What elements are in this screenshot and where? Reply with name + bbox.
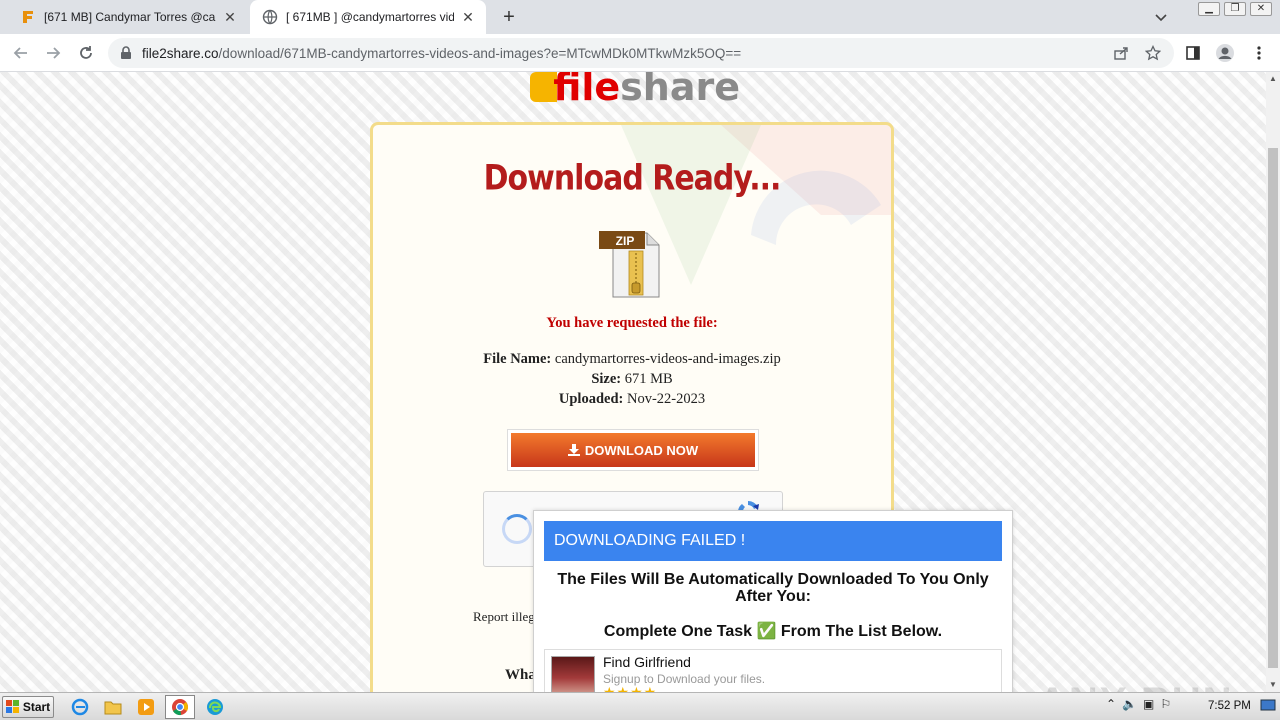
- internet-explorer-icon[interactable]: [70, 697, 90, 717]
- file-name-row: File Name: candymartorres-videos-and-ima…: [373, 351, 891, 368]
- scrollbar-thumb[interactable]: [1268, 148, 1278, 668]
- uploaded-row: Uploaded: Nov-22-2023: [373, 391, 891, 408]
- vertical-scrollbar[interactable]: ▲ ▼: [1266, 72, 1280, 692]
- show-desktop-icon[interactable]: [1260, 697, 1276, 715]
- start-label: Start: [22, 700, 51, 714]
- tab-strip: [671 MB] Candymar Torres @candym ✕ [ 671…: [0, 0, 1280, 34]
- tray-expand-icon[interactable]: ⌃: [1106, 697, 1116, 711]
- share-icon[interactable]: [1110, 42, 1132, 64]
- download-now-label: DOWNLOAD NOW: [584, 442, 699, 458]
- restore-button[interactable]: ❐: [1224, 2, 1246, 16]
- page-title: Download Ready...: [483, 158, 782, 199]
- network-icon[interactable]: ▣: [1143, 697, 1154, 711]
- clock[interactable]: 7:52 PM: [1208, 700, 1251, 712]
- start-button[interactable]: Start: [2, 696, 54, 718]
- whats-heading: Wha: [505, 667, 536, 683]
- back-arrow-icon[interactable]: [10, 42, 32, 64]
- close-icon[interactable]: ✕: [222, 9, 238, 25]
- url-host: file2share.co: [142, 45, 219, 61]
- url-text: file2share.co/download/671MB-candymartor…: [142, 46, 1174, 61]
- anyrun-watermark: ANY RUN: [1038, 680, 1234, 692]
- window-controls: ▁ ❐ ✕: [1198, 2, 1272, 16]
- download-icon: [567, 444, 580, 456]
- requested-file-heading: You have requested the file:: [546, 315, 718, 331]
- tab-candymartorres-videos[interactable]: [ 671MB ] @candymartorres videos ✕: [250, 0, 486, 34]
- flag-icon[interactable]: ⚐: [1160, 697, 1171, 711]
- tab-title: [ 671MB ] @candymartorres videos: [286, 10, 454, 24]
- profile-avatar-icon[interactable]: [1214, 42, 1236, 64]
- forward-arrow-icon[interactable]: [42, 42, 64, 64]
- scroll-up-arrow-icon[interactable]: ▲: [1266, 72, 1280, 86]
- scroll-down-arrow-icon[interactable]: ▼: [1266, 678, 1280, 692]
- offer-title: Find Girlfriend: [603, 654, 691, 670]
- site-logo[interactable]: file share: [530, 72, 740, 109]
- close-icon[interactable]: ✕: [460, 9, 476, 25]
- new-tab-button[interactable]: +: [498, 6, 520, 28]
- chevron-down-icon[interactable]: [1152, 8, 1170, 26]
- windows-taskbar: Start ⌃ 🔈 ▣ ⚐ 7:52 PM: [0, 692, 1280, 720]
- popup-header: DOWNLOADING FAILED !: [544, 521, 1002, 561]
- star-icon[interactable]: [1142, 42, 1164, 64]
- file-size-row: Size: 671 MB: [373, 371, 891, 388]
- address-bar[interactable]: file2share.co/download/671MB-candymartor…: [108, 38, 1174, 68]
- file-name-value: candymartorres-videos-and-images.zip: [554, 351, 781, 367]
- zip-label: ZIP: [615, 234, 635, 248]
- volume-icon[interactable]: 🔈: [1122, 697, 1137, 711]
- reload-icon[interactable]: [75, 42, 97, 64]
- close-window-button[interactable]: ✕: [1250, 2, 1272, 16]
- chrome-taskbar-icon[interactable]: [165, 695, 195, 719]
- popup-message-line2: After You:: [735, 588, 811, 605]
- system-tray: ⌃ 🔈 ▣ ⚐: [1106, 697, 1171, 711]
- file-name-label: File Name:: [483, 351, 552, 367]
- media-player-icon[interactable]: [136, 697, 156, 717]
- logo-text-file: file: [553, 72, 621, 109]
- edge-icon[interactable]: [205, 697, 225, 717]
- download-failed-popup: DOWNLOADING FAILED ! The Files Will Be A…: [533, 510, 1013, 710]
- url-path: /download/671MB-candymartorres-videos-an…: [218, 45, 742, 61]
- windows-logo-icon: [5, 700, 19, 713]
- browser-toolbar: file2share.co/download/671MB-candymartor…: [0, 34, 1280, 72]
- side-panel-icon[interactable]: [1182, 42, 1204, 64]
- tab-title: [671 MB] Candymar Torres @candym: [44, 10, 216, 24]
- file-explorer-icon[interactable]: [103, 697, 123, 717]
- popup-instruction: Complete One Task ✅ From The List Below.: [603, 623, 943, 640]
- file-size-value: 671 MB: [624, 371, 673, 387]
- report-link[interactable]: Report illeg: [473, 609, 535, 625]
- loading-spinner-icon: [502, 514, 532, 544]
- download-now-button[interactable]: DOWNLOAD NOW: [511, 433, 755, 467]
- globe-icon: [262, 9, 278, 25]
- kebab-menu-icon[interactable]: [1248, 42, 1270, 64]
- tab-candymar-torres[interactable]: [671 MB] Candymar Torres @candym ✕: [8, 0, 248, 34]
- file-size-label: Size:: [591, 371, 622, 387]
- minimize-button[interactable]: ▁: [1198, 2, 1220, 16]
- lock-icon[interactable]: [120, 46, 134, 60]
- download-button-frame: DOWNLOAD NOW: [507, 429, 759, 471]
- popup-message: The Files Will Be Automatically Download…: [544, 571, 1002, 605]
- popup-message-line1: The Files Will Be Automatically Download…: [557, 571, 989, 588]
- uploaded-label: Uploaded:: [558, 391, 624, 407]
- uploaded-value: Nov-22-2023: [626, 391, 706, 407]
- logo-text-share: share: [620, 72, 740, 109]
- f-letter-icon: [20, 9, 36, 25]
